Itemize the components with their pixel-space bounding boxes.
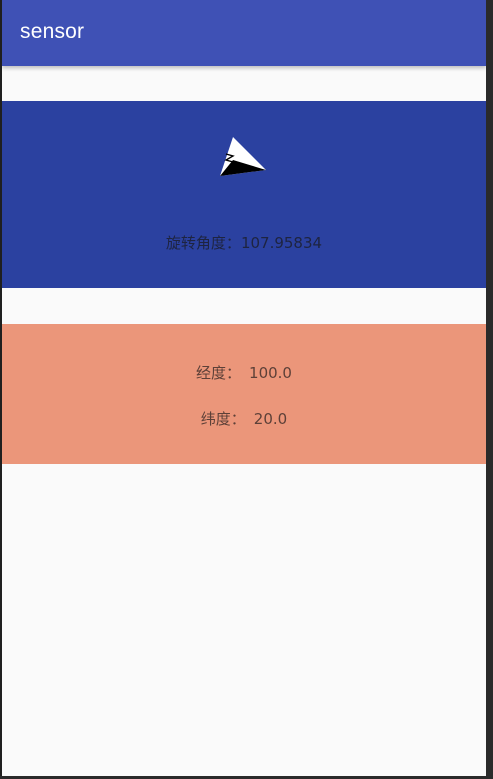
- compass-arrow-icon: [220, 137, 266, 176]
- latitude-label: 纬度：: [200, 410, 246, 428]
- app-bar: sensor: [2, 0, 486, 66]
- rotation-angle-row: 旋转角度：107.95834: [2, 232, 486, 253]
- longitude-label: 经度：: [196, 364, 242, 382]
- longitude-row: 经度： 100.0: [2, 362, 486, 383]
- window-edge-right: [486, 0, 493, 779]
- location-panel: 经度： 100.0 纬度： 20.0: [2, 324, 486, 464]
- latitude-row: 纬度： 20.0: [2, 408, 486, 429]
- latitude-value: 20.0: [253, 410, 288, 428]
- rotation-angle-value: 107.95834: [240, 234, 323, 252]
- app-screen: sensor 旋转角度：107.95834 经度： 100.0 纬度： 20.0: [2, 0, 486, 776]
- longitude-value: 100.0: [249, 364, 292, 382]
- compass-panel: 旋转角度：107.95834: [2, 101, 486, 288]
- app-title: sensor: [20, 20, 85, 43]
- rotation-angle-label: 旋转角度：: [165, 234, 241, 252]
